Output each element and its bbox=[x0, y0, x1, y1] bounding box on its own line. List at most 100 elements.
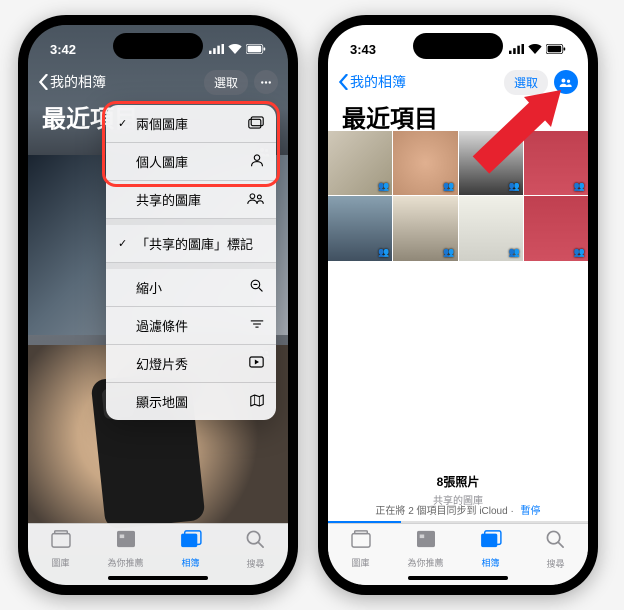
dynamic-island bbox=[113, 33, 203, 59]
status-time: 3:43 bbox=[350, 42, 376, 57]
more-button[interactable] bbox=[254, 70, 278, 94]
battery-icon bbox=[246, 44, 266, 54]
shared-badge-icon: 👥 bbox=[443, 181, 454, 192]
photo-thumbnail[interactable]: 👥 bbox=[393, 131, 457, 195]
tab-label: 相簿 bbox=[481, 556, 499, 569]
map-icon bbox=[250, 394, 264, 410]
menu-label: 共享的圖庫 bbox=[136, 190, 201, 209]
tab-albums[interactable]: 相簿 bbox=[158, 530, 223, 569]
home-indicator[interactable] bbox=[408, 576, 508, 580]
menu-personal-library[interactable]: 個人圖庫 bbox=[106, 143, 276, 181]
photo-thumbnail[interactable]: 👥 bbox=[328, 196, 392, 260]
for-you-icon bbox=[416, 530, 436, 554]
tab-for-you[interactable]: 為你推薦 bbox=[93, 530, 158, 569]
tab-library[interactable]: 圖庫 bbox=[28, 530, 93, 569]
signal-icon bbox=[509, 44, 524, 54]
menu-label: 幻燈片秀 bbox=[136, 354, 188, 373]
context-menu: ✓兩個圖庫 個人圖庫 共享的圖庫 ✓「共享的圖庫」標記 縮小 過濾條件 bbox=[106, 105, 276, 420]
nav-bar: 我的相簿 選取 bbox=[328, 65, 588, 99]
for-you-icon bbox=[116, 530, 136, 554]
menu-filter[interactable]: 過濾條件 bbox=[106, 307, 276, 345]
back-button[interactable]: 我的相簿 bbox=[38, 72, 106, 92]
phone-right: 3:43 我的相簿 選取 最近項目 👥 👥 bbox=[318, 15, 598, 595]
select-button[interactable]: 選取 bbox=[204, 70, 248, 95]
signal-icon bbox=[209, 44, 224, 54]
shared-badge-icon: 👥 bbox=[574, 181, 585, 192]
shared-badge-icon: 👥 bbox=[378, 181, 389, 192]
photo-thumbnail[interactable]: 👥 bbox=[524, 196, 588, 260]
filter-icon bbox=[250, 318, 264, 333]
sync-text: 正在將 2 個項目同步到 iCloud bbox=[375, 506, 507, 517]
tab-label: 搜尋 bbox=[546, 557, 564, 570]
battery-icon bbox=[546, 44, 566, 54]
library-icon bbox=[50, 530, 72, 554]
back-button[interactable]: 我的相簿 bbox=[338, 72, 406, 92]
screen-left: 3:42 我的相簿 選取 最近項目 ✓兩個圖庫 bbox=[28, 25, 288, 585]
chevron-left-icon bbox=[38, 74, 48, 90]
shared-badge-icon: 👥 bbox=[509, 181, 520, 192]
shared-badge-icon: 👥 bbox=[574, 247, 585, 258]
tab-label: 搜尋 bbox=[246, 557, 264, 570]
wifi-icon bbox=[528, 44, 542, 54]
status-icons bbox=[509, 44, 566, 54]
library-icon bbox=[350, 530, 372, 554]
shared-badge-icon: 👥 bbox=[509, 247, 520, 258]
sync-status: 正在將 2 個項目同步到 iCloud · 暫停 bbox=[328, 502, 588, 521]
magnify-icon bbox=[250, 279, 264, 296]
menu-show-map[interactable]: 顯示地圖 bbox=[106, 383, 276, 420]
menu-zoom-out[interactable]: 縮小 bbox=[106, 269, 276, 307]
ellipsis-icon bbox=[260, 81, 272, 84]
menu-both-libraries[interactable]: ✓兩個圖庫 bbox=[106, 105, 276, 143]
tab-search[interactable]: 搜尋 bbox=[223, 530, 288, 570]
select-button[interactable]: 選取 bbox=[504, 70, 548, 95]
shared-badge-icon: 👥 bbox=[443, 247, 454, 258]
photo-thumbnail[interactable]: 👥 bbox=[524, 131, 588, 195]
photo-thumbnail[interactable]: 👥 bbox=[328, 131, 392, 195]
nav-bar: 我的相簿 選取 bbox=[28, 65, 288, 99]
menu-label: 過濾條件 bbox=[136, 316, 188, 335]
menu-label: 兩個圖庫 bbox=[136, 114, 188, 133]
tab-search[interactable]: 搜尋 bbox=[523, 530, 588, 570]
dynamic-island bbox=[413, 33, 503, 59]
wifi-icon bbox=[228, 44, 242, 54]
status-icons bbox=[209, 44, 266, 54]
menu-slideshow[interactable]: 幻燈片秀 bbox=[106, 345, 276, 383]
tab-bar: 圖庫 為你推薦 相簿 搜尋 bbox=[28, 523, 288, 585]
photo-grid: 👥 👥 👥 👥 👥 👥 👥 👥 bbox=[328, 131, 588, 261]
phone-left: 3:42 我的相簿 選取 最近項目 ✓兩個圖庫 bbox=[18, 15, 298, 595]
tab-label: 為你推薦 bbox=[107, 556, 143, 569]
photo-thumbnail[interactable]: 👥 bbox=[393, 196, 457, 260]
photo-count: 8張照片 bbox=[328, 473, 588, 490]
tab-for-you[interactable]: 為你推薦 bbox=[393, 530, 458, 569]
photo-thumbnail[interactable]: 👥 bbox=[459, 131, 523, 195]
tab-label: 圖庫 bbox=[351, 556, 369, 569]
menu-label: 顯示地圖 bbox=[136, 392, 188, 411]
search-icon bbox=[546, 530, 565, 555]
shared-badge-icon: 👥 bbox=[378, 247, 389, 258]
home-indicator[interactable] bbox=[108, 576, 208, 580]
person-icon bbox=[250, 153, 264, 170]
tab-label: 為你推薦 bbox=[407, 556, 443, 569]
tab-library[interactable]: 圖庫 bbox=[328, 530, 393, 569]
people-icon bbox=[559, 77, 573, 88]
albums-icon bbox=[480, 530, 502, 554]
photo-thumbnail[interactable]: 👥 bbox=[459, 196, 523, 260]
screen-right: 3:43 我的相簿 選取 最近項目 👥 👥 bbox=[328, 25, 588, 585]
tab-albums[interactable]: 相簿 bbox=[458, 530, 523, 569]
tab-label: 圖庫 bbox=[51, 556, 69, 569]
albums-icon bbox=[180, 530, 202, 554]
back-label: 我的相簿 bbox=[350, 72, 406, 92]
menu-label: 個人圖庫 bbox=[136, 152, 188, 171]
menu-shared-library[interactable]: 共享的圖庫 bbox=[106, 181, 276, 219]
status-time: 3:42 bbox=[50, 42, 76, 57]
pause-button[interactable]: 暫停 bbox=[521, 506, 541, 517]
menu-shared-badge[interactable]: ✓「共享的圖庫」標記 bbox=[106, 225, 276, 263]
shared-library-button[interactable] bbox=[554, 70, 578, 94]
play-rect-icon bbox=[249, 356, 264, 371]
menu-label: 「共享的圖庫」標記 bbox=[136, 234, 253, 253]
menu-label: 縮小 bbox=[136, 278, 162, 297]
search-icon bbox=[246, 530, 265, 555]
page-title: 最近項目 bbox=[342, 99, 438, 134]
stack-icon bbox=[248, 116, 264, 132]
chevron-left-icon bbox=[338, 74, 348, 90]
